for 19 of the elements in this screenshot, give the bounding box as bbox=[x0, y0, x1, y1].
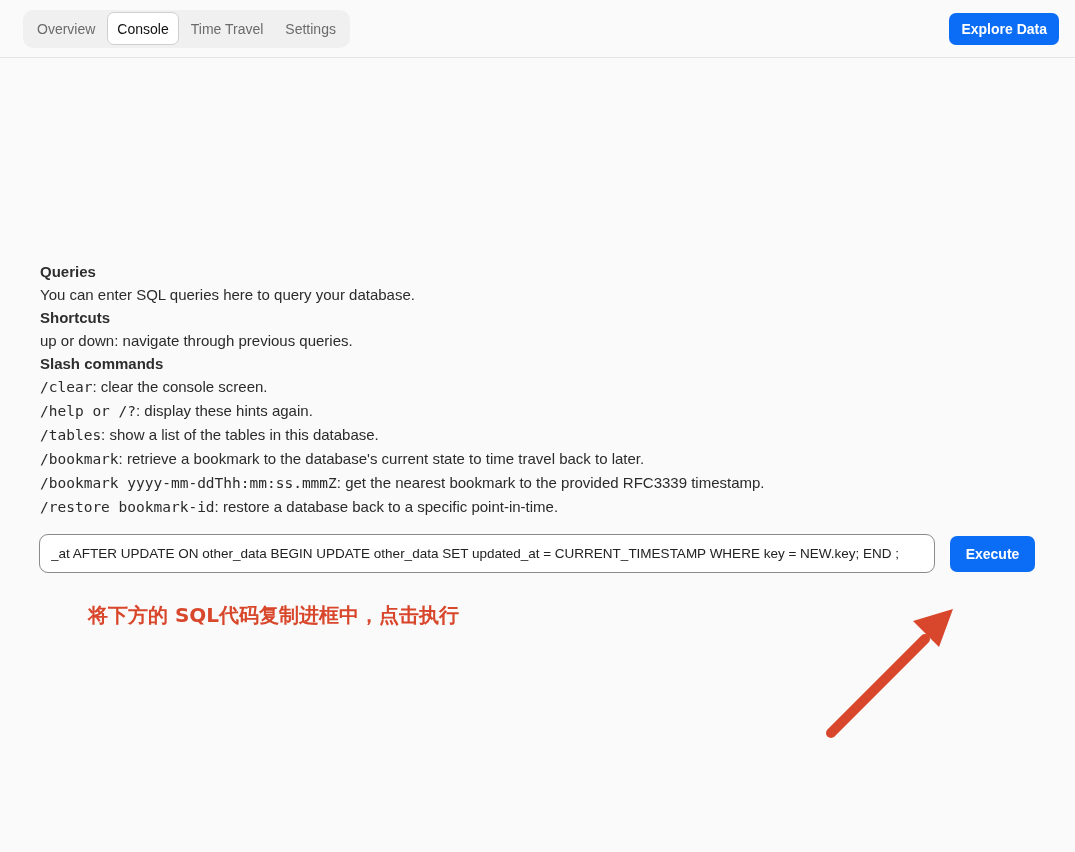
help-line: You can enter SQL queries here to query your database. bbox=[40, 285, 416, 305]
explore-data-button[interactable]: Explore Data bbox=[949, 12, 1059, 45]
help-line: /help or /?: display these hints again. bbox=[40, 401, 314, 421]
execute-button[interactable]: Execute bbox=[950, 535, 1035, 572]
help-line: /clear: clear the console screen. bbox=[40, 377, 269, 397]
tab[interactable]: Console bbox=[107, 12, 179, 45]
help-line: /bookmark: retrieve a bookmark to the database's current state to time travel back to later. bbox=[40, 449, 646, 469]
query-input[interactable]: _at AFTER UPDATE ON other_data BEGIN UPDATE other_data SET updated_at = CURRENT_TIMESTAMP WHERE key = NEW.key; END ; bbox=[39, 534, 935, 573]
tab[interactable]: Time Travel bbox=[180, 12, 274, 45]
help-line: /tables: show a list of the tables in this database. bbox=[40, 425, 380, 445]
section-heading: Slash commands bbox=[40, 354, 165, 374]
section-heading: Queries bbox=[40, 262, 97, 282]
tab[interactable]: Settings bbox=[275, 12, 346, 45]
help-line: /bookmark yyyy-mm-ddThh:mm:ss.mmmZ: get the nearest bookmark to the provided RFC3339 timestamp. bbox=[40, 473, 766, 493]
tab[interactable]: Overview bbox=[27, 12, 106, 45]
annotation-text: 将下方的 SQL代码复制进框中，点击执行 bbox=[88, 602, 460, 629]
help-line: up or down: navigate through previous queries. bbox=[40, 331, 354, 351]
section-heading: Shortcuts bbox=[40, 308, 111, 328]
help-line: /restore bookmark-id: restore a database back to a specific point-in-time. bbox=[40, 497, 560, 517]
